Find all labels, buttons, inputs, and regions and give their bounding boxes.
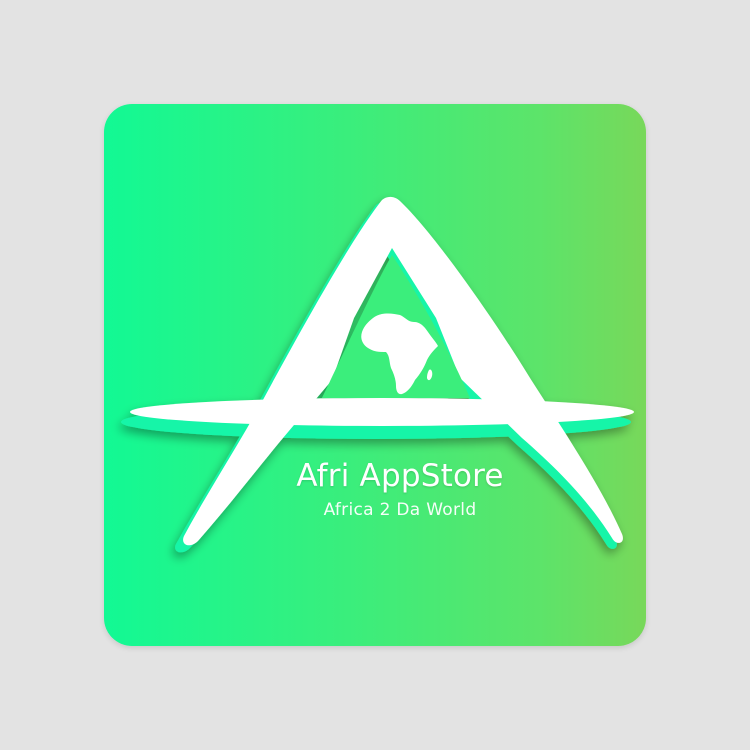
afri-appstore-logo bbox=[121, 196, 634, 553]
orbit-ring bbox=[130, 398, 634, 426]
brand-name: Afri AppStore bbox=[296, 458, 504, 494]
brand-tagline: Africa 2 Da World bbox=[323, 500, 477, 520]
logo-canvas: Afri AppStore Africa 2 Da World bbox=[0, 0, 750, 750]
